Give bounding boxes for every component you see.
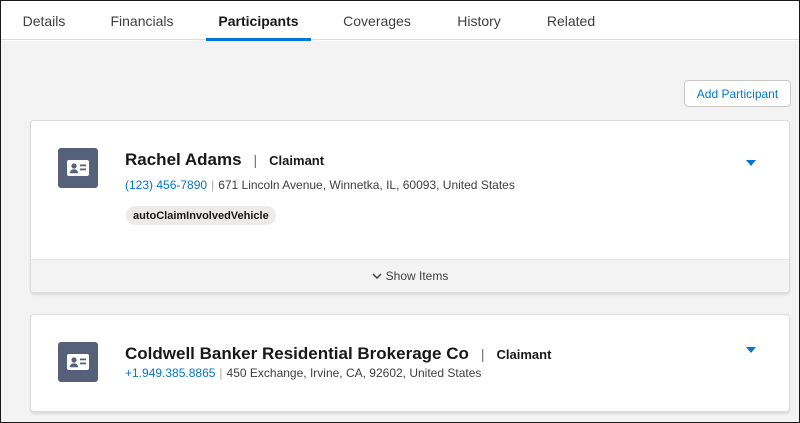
contact-info: +1.949.385.8865 | 450 Exchange, Irvine, … [125, 366, 481, 380]
tab-history[interactable]: History [444, 1, 514, 40]
participant-badge: autoClaimInvolvedVehicle [126, 206, 276, 225]
participant-header: Coldwell Banker Residential Brokerage Co… [125, 344, 551, 364]
chevron-down-icon [372, 273, 382, 279]
contact-card-icon [58, 342, 98, 382]
participant-card: Coldwell Banker Residential Brokerage Co… [30, 314, 790, 412]
contact-card-icon [58, 148, 98, 188]
show-items-label: Show Items [385, 269, 449, 283]
name-separator: | [253, 152, 258, 168]
phone-link[interactable]: (123) 456-7890 [125, 178, 207, 192]
tab-details[interactable]: Details [1, 1, 87, 40]
tab-coverages[interactable]: Coverages [331, 1, 423, 40]
name-separator: | [480, 346, 485, 362]
tab-bar: Details Financials Participants Coverage… [1, 1, 799, 41]
tab-financials[interactable]: Financials [96, 1, 188, 40]
contact-separator: | [211, 178, 215, 192]
phone-link[interactable]: +1.949.385.8865 [125, 366, 215, 380]
contact-separator: | [219, 366, 223, 380]
chevron-down-icon[interactable] [744, 343, 758, 357]
address-text: 450 Exchange, Irvine, CA, 92602, United … [226, 366, 482, 380]
participant-role: Claimant [269, 152, 325, 168]
card-footer: Show Items [31, 259, 789, 292]
add-participant-button[interactable]: Add Participant [684, 80, 791, 107]
participant-header: Rachel Adams | Claimant [125, 150, 324, 170]
participant-role: Claimant [496, 346, 552, 362]
participant-name: Coldwell Banker Residential Brokerage Co [125, 344, 469, 363]
participant-name: Rachel Adams [125, 150, 242, 169]
contact-info: (123) 456-7890 | 671 Lincoln Avenue, Win… [125, 178, 515, 192]
show-items-button[interactable]: Show Items [372, 269, 449, 283]
address-text: 671 Lincoln Avenue, Winnetka, IL, 60093,… [218, 178, 515, 192]
participant-card: Rachel Adams | Claimant (123) 456-7890 |… [30, 120, 790, 293]
tab-participants[interactable]: Participants [206, 1, 311, 41]
chevron-down-icon[interactable] [744, 156, 758, 170]
tab-related[interactable]: Related [536, 1, 606, 40]
